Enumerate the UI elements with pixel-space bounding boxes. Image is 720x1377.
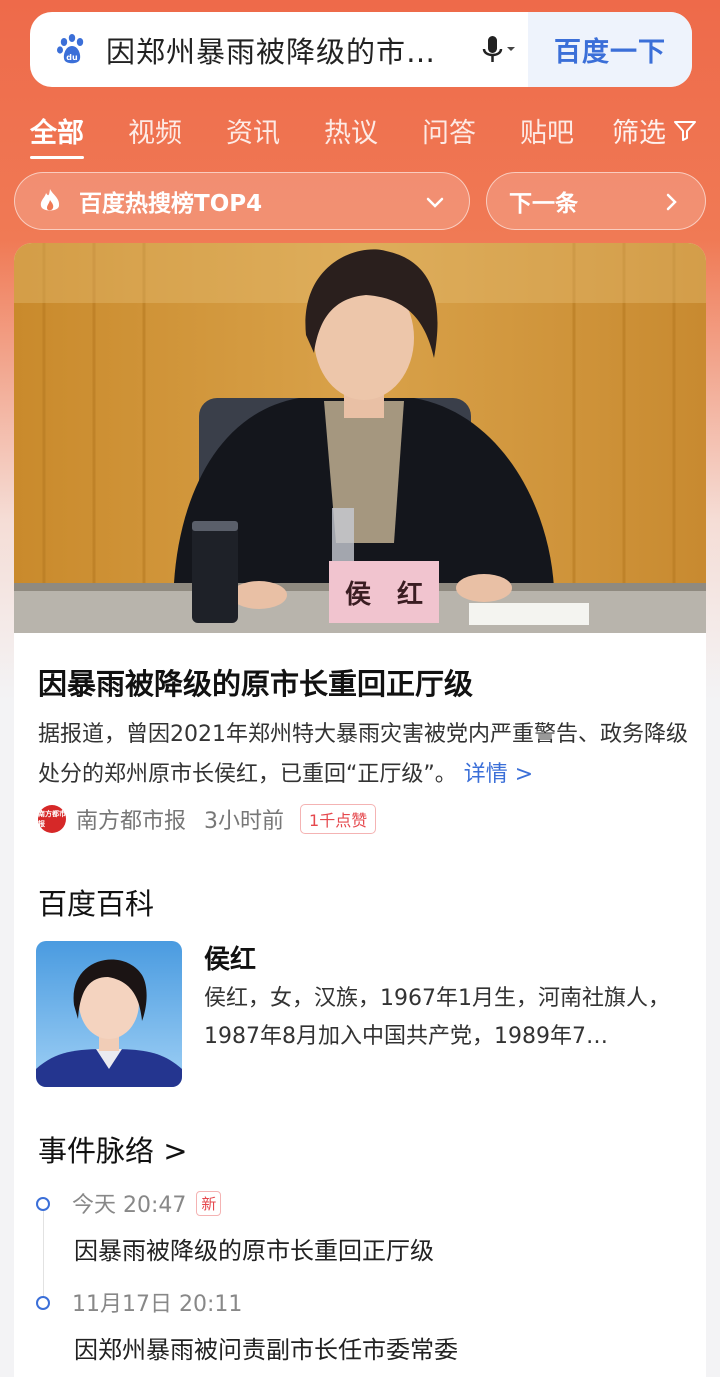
tab-discussion[interactable]: 热议 bbox=[324, 105, 378, 155]
news-summary-text: 据报道，曾因2021年郑州特大暴雨灾害被党内严重警告、政务降级处分的郑州原市长侯… bbox=[38, 722, 688, 787]
news-time: 3小时前 bbox=[204, 809, 285, 834]
likes-badge: 1千点赞 bbox=[300, 804, 377, 834]
baike-section-title[interactable]: 百度百科 bbox=[38, 881, 154, 923]
next-item-label: 下一条 bbox=[509, 191, 578, 217]
event-time: 11月17日 20:11 bbox=[72, 1292, 243, 1317]
next-item-pill[interactable]: 下一条 bbox=[486, 172, 706, 230]
search-button[interactable]: 百度一下 bbox=[528, 12, 692, 87]
news-headline[interactable]: 因暴雨被降级的原市长重回正厅级 bbox=[38, 661, 473, 703]
nameplate-text: 侯 红 bbox=[345, 579, 423, 610]
search-input[interactable]: 因郑州暴雨被降级的市… bbox=[96, 29, 468, 71]
news-hero-image[interactable]: 侯 红 bbox=[14, 243, 706, 633]
svg-text:du: du bbox=[66, 53, 78, 62]
baike-name[interactable]: 侯红 bbox=[204, 939, 256, 976]
tab-bar: 全部 视频 资讯 热议 问答 贴吧 筛选 bbox=[30, 105, 710, 161]
timeline-line bbox=[43, 1208, 44, 1308]
tab-news[interactable]: 资讯 bbox=[226, 105, 280, 155]
chevron-down-icon bbox=[426, 197, 444, 208]
timeline-dot bbox=[36, 1296, 50, 1310]
chevron-right-icon bbox=[666, 193, 677, 211]
filter-icon bbox=[674, 121, 696, 141]
baike-photo[interactable] bbox=[36, 941, 182, 1087]
news-meta: 南方都市报 南方都市报 3小时前 1千点赞 bbox=[38, 803, 377, 835]
microphone-icon[interactable] bbox=[468, 20, 528, 80]
tab-tieba[interactable]: 贴吧 bbox=[520, 105, 574, 155]
baidu-paw-icon: du bbox=[48, 26, 96, 74]
news-summary: 据报道，曾因2021年郑州特大暴雨灾害被党内严重警告、政务降级处分的郑州原市长侯… bbox=[38, 715, 693, 795]
tab-qa[interactable]: 问答 bbox=[422, 105, 476, 155]
timeline-dot bbox=[36, 1197, 50, 1211]
details-link[interactable]: 详情 > bbox=[464, 762, 533, 787]
new-badge: 新 bbox=[196, 1191, 222, 1216]
source-logo: 南方都市报 bbox=[38, 805, 66, 833]
baike-description[interactable]: 侯红，女，汉族，1967年1月生，河南社旗人，1987年8月加入中国共产党，19… bbox=[204, 980, 678, 1056]
news-source[interactable]: 南方都市报 bbox=[76, 803, 186, 835]
filter-label: 筛选 bbox=[612, 117, 666, 149]
event-title[interactable]: 因暴雨被降级的原市长重回正厅级 bbox=[74, 1231, 434, 1266]
tab-video[interactable]: 视频 bbox=[128, 105, 182, 155]
hot-search-pill[interactable]: 百度热搜榜TOP4 bbox=[14, 172, 470, 230]
hot-search-label: 百度热搜榜TOP4 bbox=[79, 191, 263, 217]
event-title[interactable]: 因郑州暴雨被问责副市长任市委常委 bbox=[74, 1330, 458, 1365]
tab-all[interactable]: 全部 bbox=[30, 105, 84, 159]
filter-button[interactable]: 筛选 bbox=[612, 105, 698, 155]
flame-icon bbox=[40, 189, 60, 211]
search-bar: du 因郑州暴雨被降级的市… 百度一下 bbox=[30, 12, 692, 87]
events-section-title[interactable]: 事件脉络 > bbox=[38, 1128, 188, 1170]
result-card: 侯 红 因暴雨被降级的原市长重回正厅级 据报道，曾因2021年郑州特大暴雨灾害被… bbox=[14, 243, 706, 1377]
event-time: 今天 20:47 bbox=[72, 1193, 187, 1218]
